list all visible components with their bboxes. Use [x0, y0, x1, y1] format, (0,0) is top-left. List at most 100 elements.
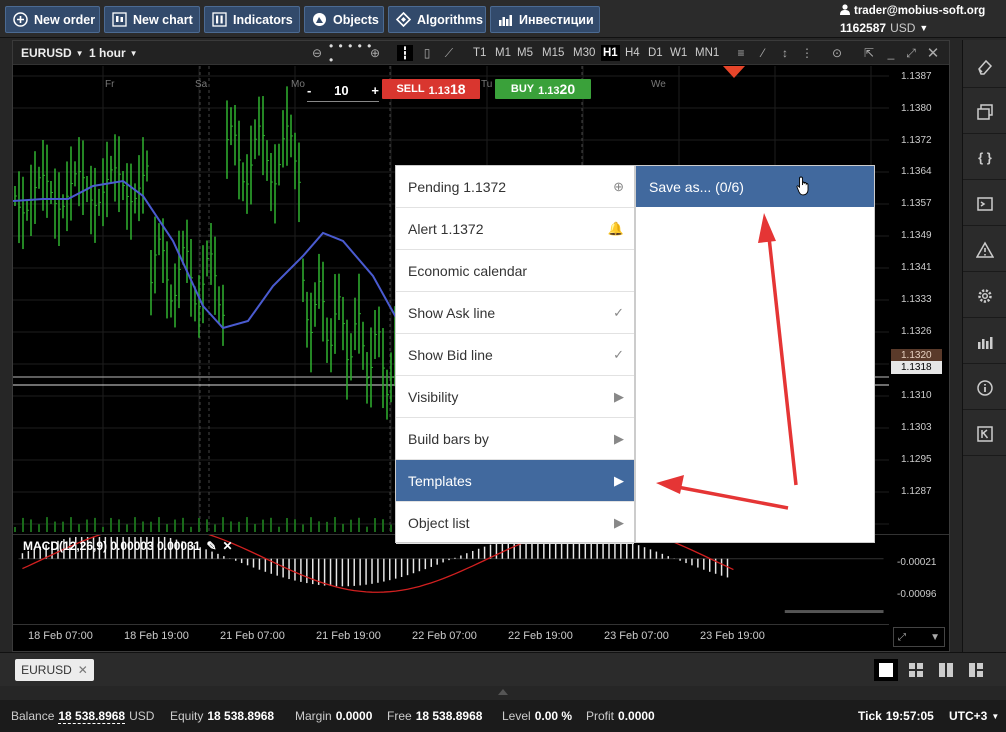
indicator-list-icon[interactable]: ≡ [733, 45, 749, 61]
horizontal-scrollbar[interactable] [784, 610, 884, 614]
timeframe-mn1[interactable]: MN1 [693, 45, 721, 61]
new-order-label: New order [34, 12, 96, 27]
macd-tick-label: -0.00021 [897, 557, 937, 568]
volume-bar [174, 519, 176, 532]
current-price-marker: 1.1318 [891, 361, 942, 374]
volume-bar [166, 524, 168, 532]
investments-label: Инвестиции [519, 12, 594, 27]
timeframe-t1[interactable]: T1 [471, 45, 488, 61]
day-label: We [651, 79, 666, 90]
increase-button[interactable]: + [371, 83, 379, 98]
info-icon[interactable] [963, 366, 1006, 410]
volume-bar [382, 519, 384, 532]
timeframe-h4[interactable]: H4 [623, 45, 642, 61]
timezone-selector[interactable]: UTC+3 ▼ [949, 700, 999, 732]
chart-header: EURUSD ▼ 1 hour ▼ ⊖ • • • • • • ⊕ ┇ ▯ ⟋ … [13, 39, 949, 67]
save-as-template-item[interactable]: Save as... (0/6) [636, 166, 874, 207]
zoom-out-icon[interactable]: ⊖ [309, 45, 325, 61]
timeframe-m15[interactable]: M15 [540, 45, 566, 61]
layout-columns-icon[interactable] [934, 659, 958, 681]
timeframe-m30[interactable]: M30 [571, 45, 597, 61]
edit-icon[interactable]: ✎ [206, 539, 216, 553]
timeframe-m5[interactable]: M5 [515, 45, 535, 61]
maximize-icon[interactable]: ⤢ [903, 45, 919, 61]
eraser-icon[interactable] [963, 44, 1006, 88]
keyboard-k-icon[interactable] [963, 412, 1006, 456]
terminal-icon[interactable] [963, 182, 1006, 226]
buy-price-prefix: 1.13 [538, 85, 560, 97]
indicators-label: Indicators [233, 12, 293, 27]
zoom-in-icon[interactable]: ⊕ [367, 45, 383, 61]
menu-item-show-bid-line[interactable]: Show Bid line ✓ [396, 334, 634, 376]
menu-item-show-ask-line[interactable]: Show Ask line ✓ [396, 292, 634, 334]
menu-item-pending[interactable]: Pending 1.1372 ⊕ [396, 166, 634, 208]
time-tick-label: 18 Feb 19:00 [124, 630, 189, 642]
menu-item-build-bars-by[interactable]: Build bars by ▶ [396, 418, 634, 460]
chart-tab-eurusd[interactable]: EURUSD ✕ [15, 659, 94, 681]
vertical-line-icon[interactable]: ↕ [777, 45, 793, 61]
level-label: Level [502, 709, 531, 723]
sell-button[interactable]: SELL 1.1318 [382, 79, 480, 99]
popout-icon[interactable]: ⇱ [861, 45, 877, 61]
minimize-icon[interactable]: _ [883, 45, 899, 61]
menu-item-visibility[interactable]: Visibility ▶ [396, 376, 634, 418]
indicators-button[interactable]: Indicators [204, 6, 300, 33]
volume-bar [182, 517, 184, 532]
quantity-stepper[interactable]: - 10 + [307, 80, 379, 102]
timeframe-selector[interactable]: 1 hour ▼ [89, 41, 138, 65]
timeframe-h1[interactable]: H1 [601, 45, 620, 61]
timeframe-w1[interactable]: W1 [668, 45, 689, 61]
close-icon[interactable]: ✕ [223, 539, 233, 553]
timeframe-m1[interactable]: M1 [493, 45, 513, 61]
volume-bar [134, 517, 136, 532]
layout-grid-icon[interactable] [904, 659, 928, 681]
draw-line-icon[interactable]: ⁄ [755, 45, 771, 61]
volume-bar [294, 519, 296, 532]
algorithms-button[interactable]: Algorithms [388, 6, 486, 33]
more-icon[interactable]: ⋮ [799, 45, 815, 61]
balance-value[interactable]: 18 538.8968 [58, 709, 126, 724]
candle-type-icon[interactable]: ▯ [419, 45, 435, 61]
menu-item-indicator-icon: 🔔 [607, 221, 624, 236]
script-icon[interactable]: { } [963, 136, 1006, 180]
balance-status: Balance 18 538.8968 USD [11, 700, 154, 732]
balance-label: Balance [11, 709, 55, 723]
volume-bar [230, 521, 232, 532]
bar-type-icon[interactable]: ┇ [397, 45, 413, 61]
close-icon[interactable]: ✕ [78, 663, 88, 677]
gear-icon[interactable] [963, 274, 1006, 318]
warning-icon[interactable] [963, 228, 1006, 272]
new-chart-button[interactable]: New chart [104, 6, 200, 33]
price-tick-label: 1.1333 [901, 294, 932, 305]
decrease-button[interactable]: - [307, 83, 311, 98]
layout-single-icon[interactable] [874, 659, 898, 681]
volume-bar [262, 519, 264, 532]
menu-item-alert[interactable]: Alert 1.1372 🔔 [396, 208, 634, 250]
line-type-icon[interactable]: ⟋ [441, 45, 457, 61]
new-chart-label: New chart [133, 12, 193, 27]
sell-label: SELL [396, 83, 425, 95]
volume-bar [126, 524, 128, 532]
account-menu[interactable]: trader@mobius-soft.org 1162587 USD ▼ [840, 2, 998, 36]
menu-item-templates[interactable]: Templates ▶ [396, 460, 634, 502]
symbol-selector[interactable]: EURUSD ▼ [21, 41, 84, 65]
close-icon[interactable]: ✕ [925, 45, 941, 62]
windows-icon[interactable] [963, 90, 1006, 134]
new-order-button[interactable]: New order [5, 6, 100, 33]
quantity-value: 10 [334, 83, 349, 98]
chart-scale-selector[interactable]: ⤢ ▼ [893, 627, 945, 647]
target-icon[interactable]: ⊙ [829, 45, 845, 61]
scroll-marker-icon[interactable] [723, 66, 745, 78]
buy-button[interactable]: BUY 1.1320 [495, 79, 591, 99]
statistics-icon[interactable] [963, 320, 1006, 364]
panel-expand-icon[interactable] [498, 689, 508, 695]
volume-bar [318, 521, 320, 532]
investments-button[interactable]: Инвестиции [490, 6, 600, 33]
tick-status: Tick 19:57:05 [858, 700, 934, 732]
menu-item-economic-calendar[interactable]: Economic calendar [396, 250, 634, 292]
timeframe-d1[interactable]: D1 [646, 45, 665, 61]
layout-split-icon[interactable] [964, 659, 988, 681]
buy-price-main: 20 [559, 81, 576, 97]
objects-button[interactable]: Objects [304, 6, 384, 33]
menu-item-object-list[interactable]: Object list ▶ [396, 502, 634, 544]
